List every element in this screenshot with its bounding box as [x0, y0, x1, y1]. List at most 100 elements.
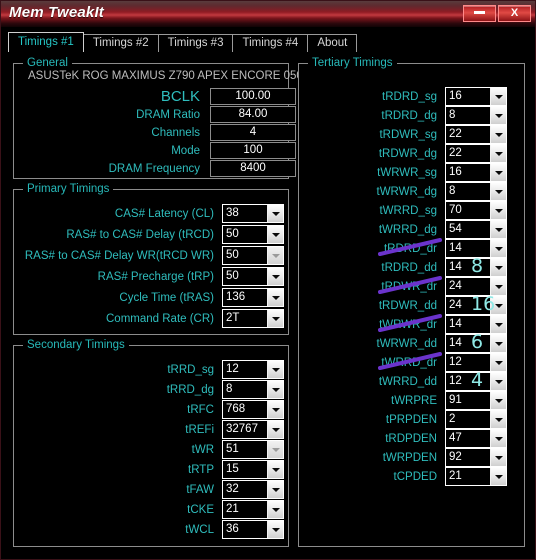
chevron-down-icon[interactable]	[267, 421, 283, 438]
primary-combo-ras#-to-cas#-delay-trcd[interactable]: 50	[222, 225, 284, 244]
primary-combo-ras#-precharge-trp[interactable]: 50	[222, 267, 284, 286]
chevron-down-icon[interactable]	[490, 164, 506, 181]
tertiary-combo-twrrd_dd[interactable]: 12	[445, 372, 507, 391]
tab-timings-4[interactable]: Timings #4	[232, 34, 309, 52]
chevron-down-icon[interactable]	[490, 259, 506, 276]
tertiary-combo-trdwr_dr[interactable]: 24	[445, 277, 507, 296]
chevron-down-icon[interactable]	[490, 373, 506, 390]
tertiary-combo-trdrd_dr[interactable]: 14	[445, 239, 507, 258]
tertiary-label-5: tWRWR_dg	[376, 186, 438, 198]
tertiary-combo-twrwr_dd[interactable]: 14	[445, 334, 507, 353]
tertiary-combo-twrpre[interactable]: 91	[445, 391, 507, 410]
chevron-down-icon[interactable]	[267, 461, 283, 478]
chevron-down-icon[interactable]	[490, 354, 506, 371]
general-group: General ASUSTeK ROG MAXIMUS Z790 APEX EN…	[13, 57, 309, 179]
tertiary-combo-twrwr_dd-value: 14	[449, 337, 462, 349]
motherboard-label: ASUSTeK ROG MAXIMUS Z790 APEX ENCORE 050…	[28, 70, 310, 82]
chevron-down-icon[interactable]	[490, 88, 506, 105]
secondary-timings-group: Secondary Timings tRRD_sg 12 tRRD_dg 8 tRFC 7…	[13, 339, 289, 547]
chevron-down-icon[interactable]	[267, 226, 283, 243]
chevron-down-icon[interactable]	[267, 481, 283, 498]
tertiary-combo-trdrd_sg[interactable]: 16	[445, 87, 507, 106]
minimize-button[interactable]	[463, 5, 496, 22]
tertiary-combo-trdrd_dd[interactable]: 14	[445, 258, 507, 277]
secondary-label-5: tRTP	[188, 464, 214, 476]
general-value-3: 100	[210, 142, 296, 159]
tertiary-combo-twrrd_dg-value: 54	[449, 223, 462, 235]
primary-combo-cycle-time-tras[interactable]: 136	[222, 288, 284, 307]
secondary-combo-trefi-value: 32767	[226, 423, 258, 435]
chevron-down-icon[interactable]	[267, 268, 283, 285]
tertiary-label-6: tWRRD_sg	[379, 205, 437, 217]
secondary-combo-trfc[interactable]: 768	[222, 400, 284, 419]
chevron-down-icon[interactable]	[267, 289, 283, 306]
secondary-combo-tcke[interactable]: 21	[222, 500, 284, 519]
tertiary-combo-tcpded[interactable]: 21	[445, 467, 507, 486]
chevron-down-icon[interactable]	[267, 381, 283, 398]
tab-timings-1[interactable]: Timings #1	[8, 32, 84, 52]
tertiary-combo-twrrd_sg[interactable]: 70	[445, 201, 507, 220]
chevron-down-icon[interactable]	[490, 449, 506, 466]
secondary-combo-trrd_sg-value: 12	[226, 363, 239, 375]
secondary-combo-trrd_sg[interactable]: 12	[222, 360, 284, 379]
chevron-down-icon[interactable]	[490, 392, 506, 409]
title-bar[interactable]: Mem TweakIt X	[1, 1, 535, 27]
close-button[interactable]: X	[498, 5, 531, 22]
tertiary-combo-twrpden[interactable]: 92	[445, 448, 507, 467]
chevron-down-icon[interactable]	[490, 202, 506, 219]
secondary-combo-twcl[interactable]: 36	[222, 520, 284, 539]
tab-timings-3[interactable]: Timings #3	[157, 34, 234, 52]
chevron-down-icon[interactable]	[490, 335, 506, 352]
chevron-down-icon[interactable]	[267, 521, 283, 538]
tertiary-combo-twrrd_dr[interactable]: 12	[445, 353, 507, 372]
tertiary-combo-trdwr_sg[interactable]: 22	[445, 125, 507, 144]
secondary-combo-trtp[interactable]: 15	[222, 460, 284, 479]
tertiary-combo-twrwr_dr[interactable]: 14	[445, 315, 507, 334]
general-value-4: 8400	[210, 160, 296, 177]
tertiary-combo-trdpden[interactable]: 47	[445, 429, 507, 448]
chevron-down-icon[interactable]	[490, 126, 506, 143]
secondary-combo-trrd_dg[interactable]: 8	[222, 380, 284, 399]
chevron-down-icon[interactable]	[490, 411, 506, 428]
general-value-2: 4	[210, 124, 296, 141]
tertiary-label-1: tRDRD_dg	[381, 110, 437, 122]
tertiary-combo-trdwr_dd[interactable]: 24	[445, 296, 507, 315]
chevron-down-icon[interactable]	[267, 361, 283, 378]
primary-combo-ras#-to-cas#-delay-wr-trcd-wr: 50	[222, 246, 284, 265]
tertiary-combo-trdwr_dg[interactable]: 22	[445, 144, 507, 163]
chevron-down-icon[interactable]	[267, 310, 283, 327]
primary-combo-cas#-latency-cl[interactable]: 38	[222, 204, 284, 223]
secondary-combo-twr-value: 51	[226, 443, 239, 455]
chevron-down-icon[interactable]	[490, 240, 506, 257]
primary-label-4: Cycle Time (tRAS)	[119, 292, 214, 304]
chevron-down-icon[interactable]	[267, 205, 283, 222]
tab-bar: Timings #1 Timings #2 Timings #3 Timings #4…	[8, 32, 358, 52]
primary-combo-command-rate-cr[interactable]: 2T	[222, 309, 284, 328]
tertiary-combo-twrwr_sg[interactable]: 16	[445, 163, 507, 182]
secondary-combo-tfaw[interactable]: 32	[222, 480, 284, 499]
tertiary-combo-trdrd_dg[interactable]: 8	[445, 106, 507, 125]
tertiary-combo-tprpden[interactable]: 2	[445, 410, 507, 429]
chevron-down-icon[interactable]	[490, 316, 506, 333]
tertiary-label-3: tRDWR_dg	[378, 148, 437, 160]
chevron-down-icon[interactable]	[490, 430, 506, 447]
chevron-down-icon[interactable]	[490, 145, 506, 162]
chevron-down-icon[interactable]	[267, 501, 283, 518]
tab-about[interactable]: About	[307, 34, 358, 52]
tertiary-timings-group: Tertiary Timings tRDRD_sg 16 tRDRD_dg 8 tRDW…	[298, 57, 525, 547]
chevron-down-icon[interactable]	[267, 401, 283, 418]
tertiary-combo-twrrd_dg[interactable]: 54	[445, 220, 507, 239]
tertiary-label-11: tRDWR_dd	[378, 300, 437, 312]
chevron-down-icon[interactable]	[490, 468, 506, 485]
chevron-down-icon[interactable]	[490, 107, 506, 124]
tab-timings-2[interactable]: Timings #2	[82, 34, 159, 52]
chevron-down-icon	[267, 441, 283, 458]
chevron-down-icon[interactable]	[490, 183, 506, 200]
tertiary-combo-twrwr_dg[interactable]: 8	[445, 182, 507, 201]
primary-label-0: CAS# Latency (CL)	[114, 208, 214, 220]
chevron-down-icon[interactable]	[490, 221, 506, 238]
chevron-down-icon[interactable]	[490, 297, 506, 314]
secondary-combo-tcke-value: 21	[226, 503, 239, 515]
secondary-combo-trefi[interactable]: 32767	[222, 420, 284, 439]
chevron-down-icon[interactable]	[490, 278, 506, 295]
